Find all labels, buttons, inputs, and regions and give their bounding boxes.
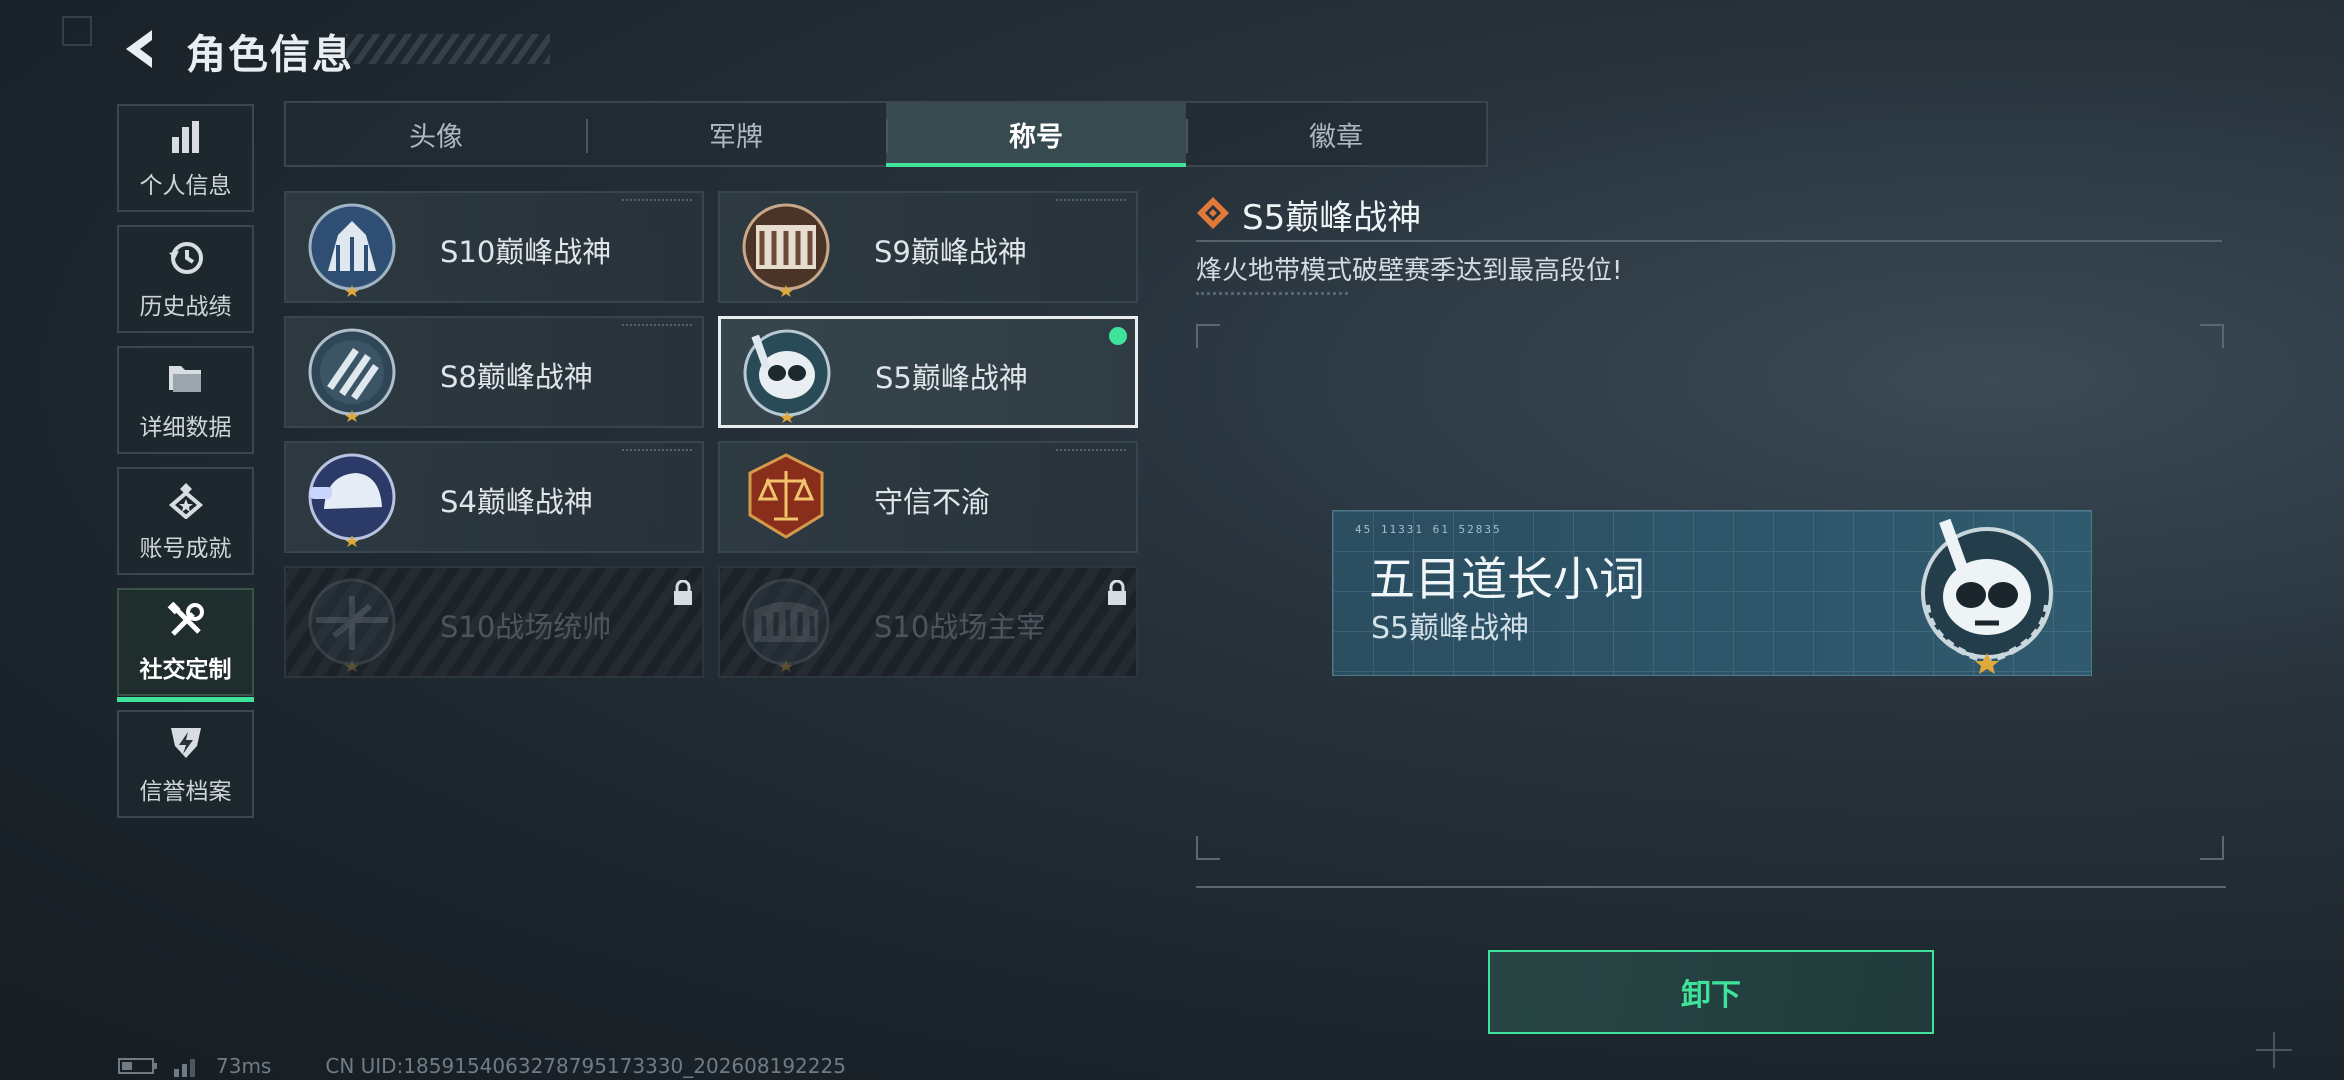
- title-card[interactable]: S4巅峰战神: [284, 441, 704, 553]
- preview-frame-corner: [2200, 324, 2224, 348]
- preview-frame-corner: [1196, 324, 1220, 348]
- colosseum-badge-icon: [742, 578, 830, 672]
- sidebar-item-label: 个人信息: [139, 173, 232, 199]
- tab-dog-tag[interactable]: 军牌: [586, 103, 886, 165]
- title-name: 守信不渝: [874, 485, 991, 519]
- title-name: S4巅峰战神: [440, 485, 593, 519]
- title-card-locked[interactable]: S10战场主宰: [718, 566, 1138, 678]
- card-decoration: [622, 449, 692, 453]
- nameplate-coordinates: 45 11331 61 52835: [1355, 523, 1502, 536]
- sidebar-item-label: 信誉档案: [139, 779, 232, 805]
- card-decoration: [1056, 199, 1126, 203]
- title-diamond-icon: [1197, 197, 1229, 229]
- player-uid: CN UID:1859154063278795173330_2026081922…: [325, 1054, 846, 1078]
- card-decoration: [1056, 449, 1126, 453]
- aircraft-badge-icon: [308, 578, 396, 672]
- diver-skull-badge-icon: [743, 329, 831, 423]
- lock-icon: [674, 580, 692, 605]
- title-name: S10战场主宰: [874, 610, 1046, 644]
- title-card[interactable]: S8巅峰战神: [284, 316, 704, 428]
- divider: [1196, 240, 2222, 242]
- sidebar-item-label: 账号成就: [139, 536, 232, 562]
- stripes-badge-icon: [308, 328, 396, 422]
- sidebar-item-personal-info[interactable]: 个人信息: [117, 104, 254, 212]
- signal-icon: [174, 1059, 195, 1077]
- bar-chart-icon: [165, 116, 207, 158]
- ping-value: 73ms: [216, 1054, 272, 1078]
- title-name: S9巅峰战神: [874, 235, 1027, 269]
- tab-badge[interactable]: 徽章: [1186, 103, 1486, 165]
- battery-icon: [118, 1058, 157, 1074]
- title-name: S8巅峰战神: [440, 360, 593, 394]
- status-bar: 73ms CN UID:1859154063278795173330_20260…: [118, 1054, 846, 1078]
- nameplate-preview: 45 11331 61 52835 五目道长小词 S5巅峰战神: [1332, 510, 2092, 676]
- back-arrow-icon: [126, 30, 152, 68]
- dam-badge-icon: [742, 203, 830, 297]
- sidebar-item-reputation[interactable]: 信誉档案: [117, 710, 254, 818]
- nameplate-player-name: 五目道长小词: [1369, 552, 1645, 606]
- lock-icon: [1108, 580, 1126, 605]
- sidebar-item-history[interactable]: 历史战绩: [117, 225, 254, 333]
- preview-frame-corner: [1196, 836, 1220, 860]
- equipped-indicator-dot: [1109, 327, 1127, 345]
- title-name: S5巅峰战神: [875, 361, 1028, 395]
- title-card-locked[interactable]: S10战场统帅: [284, 566, 704, 678]
- nameplate-title: S5巅峰战神: [1371, 611, 1530, 646]
- title-card[interactable]: S10巅峰战神: [284, 191, 704, 303]
- title-card-selected[interactable]: S5巅峰战神: [718, 316, 1138, 428]
- history-clock-icon: [165, 237, 207, 279]
- title-name: S10巅峰战神: [440, 235, 612, 269]
- sidebar-item-social-custom[interactable]: 社交定制: [117, 588, 254, 702]
- monument-badge-icon: [308, 203, 396, 297]
- folder-icon: [165, 358, 207, 400]
- tab-avatar[interactable]: 头像: [286, 103, 586, 165]
- title-name: S10战场统帅: [440, 610, 612, 644]
- medal-icon: [165, 479, 207, 521]
- card-decoration: [622, 199, 692, 203]
- card-decoration: [622, 324, 692, 328]
- page-title: 角色信息: [186, 32, 354, 78]
- corner-frame-mark: [62, 16, 92, 46]
- sidebar-item-detail-data[interactable]: 详细数据: [117, 346, 254, 454]
- sidebar-item-label: 历史战绩: [139, 294, 232, 320]
- title-decoration: [346, 34, 550, 64]
- tools-icon: [165, 600, 207, 642]
- divider: [1196, 886, 2226, 888]
- shield-bolt-icon: [165, 722, 207, 764]
- back-button[interactable]: [118, 26, 164, 72]
- unequip-button[interactable]: 卸下: [1488, 950, 1934, 1034]
- tab-title[interactable]: 称号: [886, 103, 1186, 167]
- title-card[interactable]: 守信不渝: [718, 441, 1138, 553]
- diver-skull-badge-icon: [1921, 518, 2053, 674]
- sidebar-item-label: 社交定制: [139, 657, 232, 683]
- detail-decoration: [1196, 292, 1348, 296]
- detail-description: 烽火地带模式破壁赛季达到最高段位!: [1196, 256, 1623, 286]
- scales-badge-icon: [748, 453, 824, 539]
- category-tabs: 头像 军牌 称号 徽章: [284, 101, 1488, 167]
- preview-frame-corner: [2200, 836, 2224, 860]
- sidebar-item-label: 详细数据: [139, 415, 232, 441]
- nightvision-helmet-badge-icon: [308, 453, 396, 547]
- crosshair-mark-icon: [2256, 1032, 2292, 1068]
- sidebar-item-achievements[interactable]: 账号成就: [117, 467, 254, 575]
- title-card[interactable]: S9巅峰战神: [718, 191, 1138, 303]
- detail-title: S5巅峰战神: [1242, 198, 1422, 238]
